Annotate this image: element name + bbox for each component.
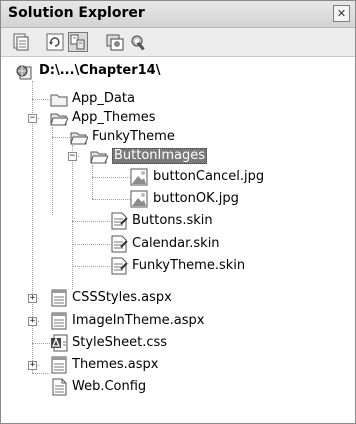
aspx-page-icon xyxy=(51,289,67,307)
tree-line xyxy=(32,343,50,344)
folder-open-icon xyxy=(70,132,88,145)
funky-theme-label: FunkyTheme xyxy=(92,129,175,144)
tree-line-level2 xyxy=(52,127,53,215)
collapse-toggle[interactable]: − xyxy=(68,152,77,161)
properties-button[interactable] xyxy=(11,32,31,52)
tree-line xyxy=(92,199,130,200)
skin-file-icon xyxy=(111,235,128,253)
expand-toggle[interactable]: + xyxy=(28,294,37,303)
toolbar xyxy=(1,28,355,57)
panel-title: Solution Explorer xyxy=(8,5,145,21)
aspx-page-icon xyxy=(51,312,67,330)
root-label: D:\...\Chapter14\ xyxy=(39,63,161,78)
calendar-skin-label: Calendar.skin xyxy=(132,236,220,251)
website-globe-icon xyxy=(16,65,32,80)
app-themes-label: App_Themes xyxy=(72,110,156,125)
config-file-icon xyxy=(52,378,67,396)
stylesheet-label: StyleSheet.css xyxy=(72,335,168,350)
close-button[interactable]: ✕ xyxy=(333,5,350,22)
solution-explorer-window: Solution Explorer ✕ D:\...\Chapter14\ Ap… xyxy=(0,0,356,424)
nest-related-files-button[interactable] xyxy=(68,32,88,52)
button-ok-label: buttonOK.jpg xyxy=(153,191,239,206)
tree-line xyxy=(92,177,130,178)
buttons-skin-label: Buttons.skin xyxy=(132,213,213,228)
solution-tree: D:\...\Chapter14\ App_Data − App_Themes … xyxy=(1,57,355,423)
tree-line xyxy=(72,266,110,267)
tree-line-level4 xyxy=(92,165,93,199)
collapse-toggle[interactable]: − xyxy=(28,114,37,123)
css-styles-label: CSSStyles.aspx xyxy=(72,290,172,305)
tree-line-level3 xyxy=(72,145,73,289)
tree-line xyxy=(72,244,110,245)
button-images-label: ButtonImages xyxy=(112,148,208,164)
skin-file-icon xyxy=(111,212,128,230)
refresh-icon xyxy=(46,33,64,51)
tree-line-level1 xyxy=(32,81,33,373)
button-cancel-label: buttonCancel.jpg xyxy=(153,169,265,184)
asp-net-configuration-icon xyxy=(131,35,145,51)
css-file-icon xyxy=(51,334,68,352)
folder-open-icon xyxy=(90,151,108,164)
asp-net-configuration-button[interactable] xyxy=(129,32,149,52)
tree-line xyxy=(32,373,50,374)
tree-line xyxy=(52,137,70,138)
themes-aspx-label: Themes.aspx xyxy=(72,357,159,372)
aspx-page-icon xyxy=(51,356,67,374)
copy-website-icon xyxy=(106,34,124,51)
tree-line xyxy=(32,99,50,100)
copy-website-button[interactable] xyxy=(105,32,125,52)
image-file-icon xyxy=(130,190,148,208)
refresh-button[interactable] xyxy=(45,32,65,52)
image-in-theme-label: ImageInTheme.aspx xyxy=(72,313,205,328)
folder-icon xyxy=(50,94,68,107)
tree-line xyxy=(72,221,110,222)
expand-toggle[interactable]: + xyxy=(28,361,37,370)
app-data-label: App_Data xyxy=(72,91,135,106)
nest-related-files-icon xyxy=(70,34,85,50)
title-bar: Solution Explorer ✕ xyxy=(1,1,355,28)
image-file-icon xyxy=(130,168,148,186)
properties-icon xyxy=(13,33,29,51)
web-config-label: Web.Config xyxy=(72,379,147,394)
funky-theme-skin-label: FunkyTheme.skin xyxy=(132,258,246,273)
expand-toggle[interactable]: + xyxy=(28,317,37,326)
folder-open-icon xyxy=(50,113,68,126)
skin-file-icon xyxy=(111,257,128,275)
